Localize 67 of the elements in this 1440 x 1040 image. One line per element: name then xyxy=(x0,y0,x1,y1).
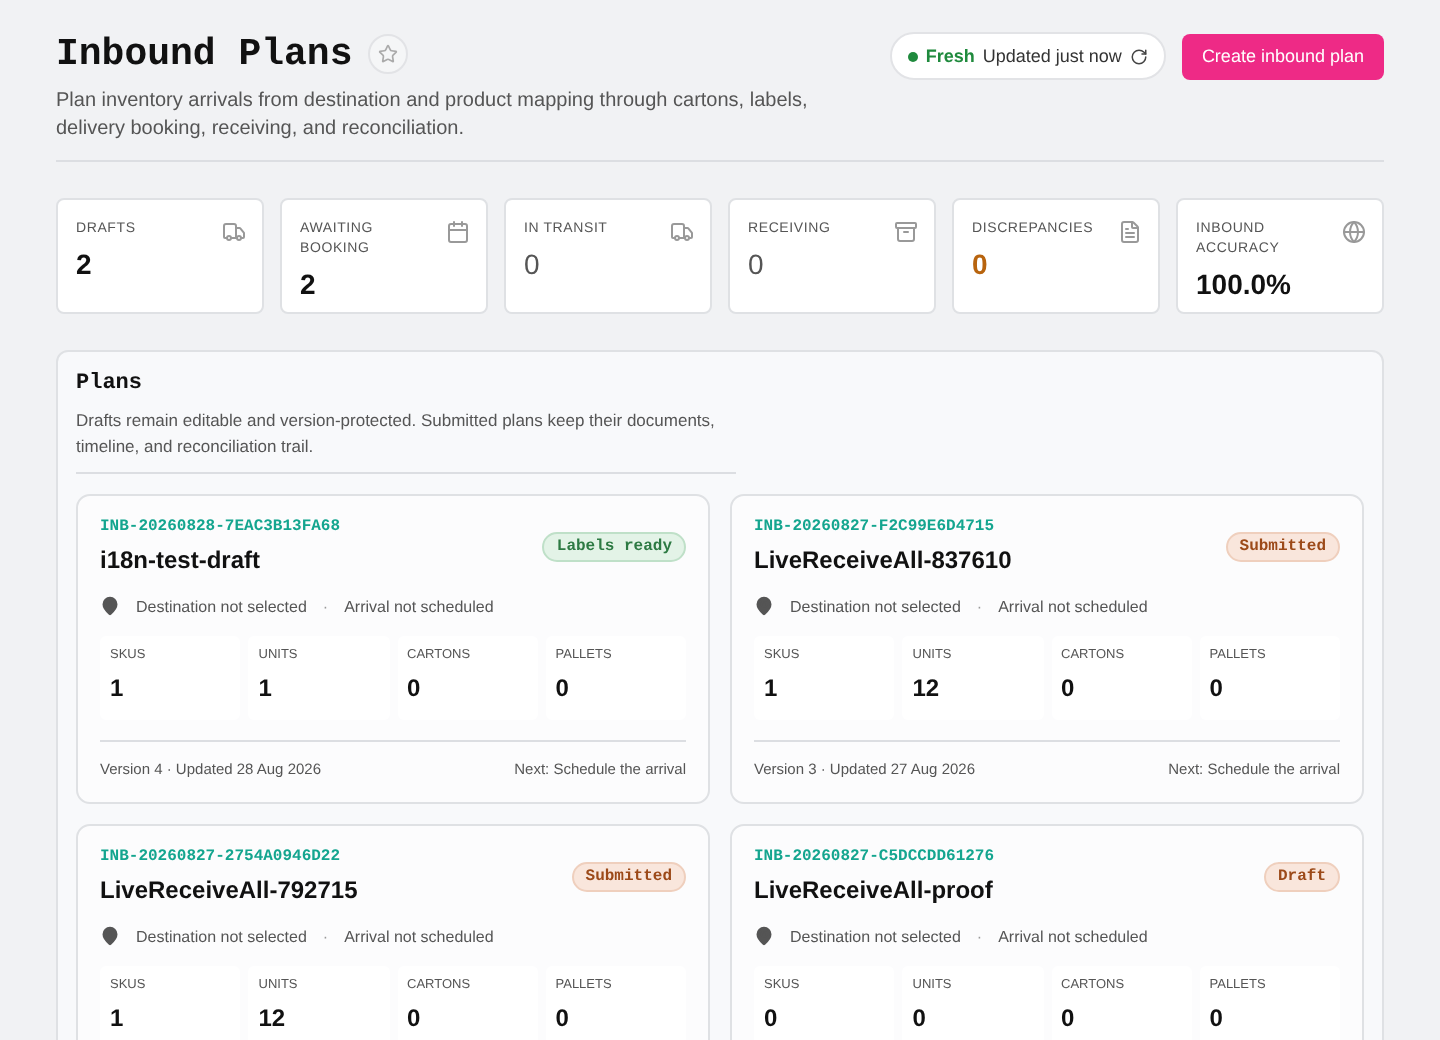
metric-value: 12 xyxy=(258,1004,288,1032)
metric-value: 0 xyxy=(1061,1004,1077,1032)
arrival-text: Arrival not scheduled xyxy=(344,597,494,615)
section-description: Drafts remain editable and version-protected. Submitted plans keep their documents, timeline, and reconciliation trail. xyxy=(76,408,736,474)
status-badge: Submitted xyxy=(1225,531,1340,561)
location-pin-icon xyxy=(754,596,774,616)
status-text: Updated just now xyxy=(982,46,1122,66)
metric-value: 1 xyxy=(110,1004,126,1032)
destination-text: Destination not selected xyxy=(136,597,307,615)
metric-value: 1 xyxy=(764,674,780,702)
plan-card[interactable] xyxy=(730,494,1364,804)
metric-value: 0 xyxy=(764,1004,780,1032)
plan-id: INB-20260827-C5DCCDD61276 xyxy=(754,848,995,866)
plan-name: LiveReceiveAll-792715 xyxy=(100,876,358,904)
metric-value: 1 xyxy=(110,674,126,702)
destination-text: Destination not selected xyxy=(790,597,961,615)
status-badge: Submitted xyxy=(571,861,686,891)
stat-value: 100.0% xyxy=(1196,268,1293,300)
star-icon xyxy=(378,44,399,64)
metric-value: 0 xyxy=(407,1004,423,1032)
document-icon xyxy=(1118,220,1142,244)
refresh-icon[interactable] xyxy=(1129,47,1148,65)
page-subtitle: Plan inventory arrivals from destination and product mapping through cartons, labels, delivery booking, receiving, and reconciliation. xyxy=(56,88,810,144)
plan-name: LiveReceiveAll-837610 xyxy=(754,546,1012,574)
location-pin-icon xyxy=(100,926,120,946)
truck-icon xyxy=(670,220,694,244)
section-title: Plans xyxy=(76,372,145,396)
metric-value: 0 xyxy=(1061,674,1077,702)
truck-icon xyxy=(222,220,246,244)
stat-value: 2 xyxy=(300,268,318,300)
status-dot-icon xyxy=(907,51,918,61)
stat-value: 0 xyxy=(972,248,990,280)
arrival-text: Arrival not scheduled xyxy=(998,597,1148,615)
calendar-icon xyxy=(446,220,470,244)
metric-value: 0 xyxy=(1209,1004,1225,1032)
separator-dot: · xyxy=(976,597,983,615)
stat-value: 0 xyxy=(524,248,542,280)
destination-text: Destination not selected xyxy=(136,927,307,945)
metric-value: 0 xyxy=(555,674,571,702)
globe-icon xyxy=(1342,220,1366,244)
status-badge: Draft xyxy=(1263,861,1340,891)
separator-dot: · xyxy=(322,927,329,945)
plan-id: INB-20260827-F2C99E6D4715 xyxy=(754,518,997,536)
plan-id: INB-20260828-7EAC3B13FA68 xyxy=(100,518,341,536)
plan-id: INB-20260827-2754A0946D22 xyxy=(100,848,343,866)
separator-dot: · xyxy=(976,927,983,945)
metric-value: 0 xyxy=(407,674,423,702)
metric-value: 1 xyxy=(258,674,274,702)
page-title: Inbound Plans xyxy=(56,32,353,76)
metric-value: 0 xyxy=(912,1004,928,1032)
separator-dot: · xyxy=(322,597,329,615)
stat-value: 2 xyxy=(76,248,94,280)
status-label: Fresh xyxy=(925,46,975,66)
status-badge: Labels ready xyxy=(542,531,686,561)
location-pin-icon xyxy=(754,926,774,946)
arrival-text: Arrival not scheduled xyxy=(998,927,1148,945)
location-pin-icon xyxy=(100,596,120,616)
archive-icon xyxy=(894,220,918,244)
plan-name: i18n-test-draft xyxy=(100,546,263,574)
metric-value: 0 xyxy=(555,1004,571,1032)
metric-value: 0 xyxy=(1209,674,1225,702)
destination-text: Destination not selected xyxy=(790,927,961,945)
metric-value: 12 xyxy=(912,674,942,702)
stat-value: 0 xyxy=(748,248,766,280)
arrival-text: Arrival not scheduled xyxy=(344,927,494,945)
create-plan-button[interactable]: Create inbound plan xyxy=(1181,33,1384,79)
plan-name: LiveReceiveAll-proof xyxy=(754,876,995,904)
